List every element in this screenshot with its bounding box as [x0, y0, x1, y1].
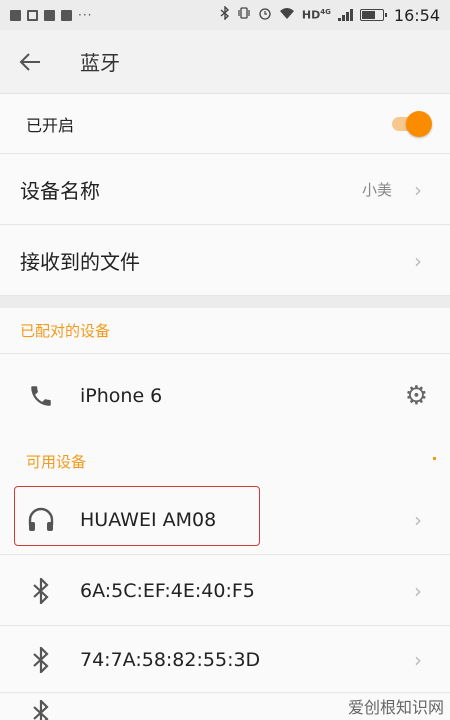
paired-device-name: iPhone 6 [80, 385, 163, 407]
available-device-name: 74:7A:58:82:55:3D [80, 648, 261, 671]
app-icon [10, 9, 21, 21]
app-bar: 蓝牙 [0, 30, 450, 94]
paired-devices-header: 已配对的设备 [0, 308, 450, 354]
section-divider [0, 296, 450, 308]
chevron-right-icon: › [414, 248, 422, 273]
bluetooth-icon [26, 700, 56, 720]
available-device-row[interactable]: 6A:5C:EF:4E:40:F5 › [0, 556, 450, 626]
bluetooth-toggle-row[interactable]: 已开启 [0, 94, 450, 154]
battery-icon [359, 9, 387, 21]
bluetooth-icon [26, 646, 56, 673]
available-device-name: 6A:5C:EF:4E:40:F5 [80, 579, 255, 602]
available-device-row[interactable]: 74:7A:58:82:55:3D › [0, 627, 450, 693]
network-type: HD4G [301, 8, 331, 22]
status-bar: ··· HD4G 16:54 [0, 0, 450, 30]
gear-icon[interactable]: ⚙ [405, 381, 428, 411]
wifi-icon [279, 7, 295, 24]
bluetooth-switch[interactable] [392, 110, 432, 137]
page-title: 蓝牙 [80, 51, 120, 75]
device-name-label: 设备名称 [20, 179, 100, 203]
highlight-box [14, 486, 260, 546]
bluetooth-status-icon [220, 5, 230, 24]
alarm-icon [258, 6, 272, 24]
chevron-right-icon: › [414, 647, 422, 672]
received-files-row[interactable]: 接收到的文件 › [0, 226, 450, 296]
app-icon [61, 9, 72, 21]
scanning-indicator [433, 457, 436, 460]
bluetooth-icon [26, 577, 56, 604]
watermark: 爱创根知识网 [347, 698, 444, 717]
more-notifications-icon: ··· [78, 8, 93, 22]
paired-device-row[interactable]: iPhone 6 ⚙ [0, 355, 450, 437]
chevron-right-icon: › [414, 578, 422, 603]
paired-devices-title: 已配对的设备 [20, 322, 111, 340]
phone-icon [26, 383, 56, 409]
app-icon [44, 9, 55, 21]
chevron-right-icon: › [414, 177, 422, 202]
device-name-value: 小美 [361, 181, 392, 199]
bluetooth-toggle-label: 已开启 [26, 115, 75, 135]
vibrate-icon [237, 6, 251, 24]
available-devices-title: 可用设备 [26, 452, 87, 471]
image-icon [27, 9, 38, 21]
received-files-label: 接收到的文件 [20, 250, 140, 274]
chevron-right-icon: › [414, 507, 422, 532]
notification-icons: ··· [10, 8, 92, 22]
back-arrow-icon[interactable] [0, 30, 60, 94]
device-name-row[interactable]: 设备名称 小美 › [0, 155, 450, 225]
available-devices-header: 可用设备 [0, 437, 450, 485]
clock: 16:54 [393, 5, 440, 25]
signal-icon [337, 9, 353, 21]
